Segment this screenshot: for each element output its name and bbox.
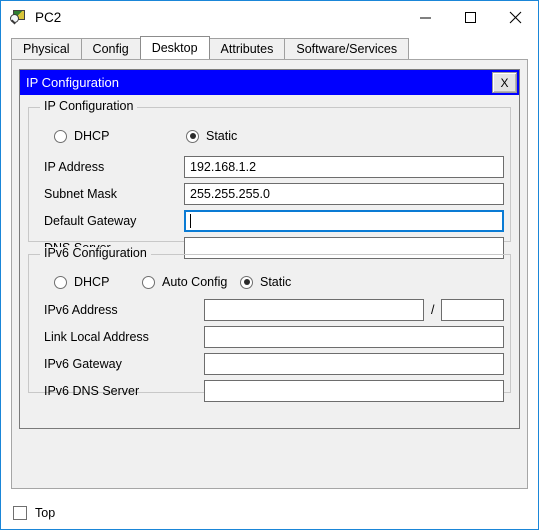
radio-ipv4-static[interactable]: Static	[186, 128, 238, 143]
ipv4-group-legend: IP Configuration	[40, 100, 138, 113]
field-row-ipv6-gateway: IPv6 Gateway	[29, 353, 510, 375]
radio-ipv4-dhcp[interactable]: DHCP	[54, 128, 110, 143]
tab-desktop[interactable]: Desktop	[139, 36, 210, 59]
top-checkbox-label: Top	[35, 505, 56, 520]
label-default-gateway: Default Gateway	[44, 213, 137, 228]
tab-label: Software/Services	[296, 41, 398, 56]
radio-circle-icon	[54, 129, 67, 143]
field-row-subnet-mask: Subnet Mask 255.255.255.0	[29, 183, 510, 205]
ipv4-configuration-group: IP Configuration DHCP Static IP Address …	[28, 100, 511, 259]
dialog-title: IP Configuration	[26, 75, 119, 90]
field-row-ipv6-address: IPv6 Address /	[29, 299, 510, 321]
radio-ipv6-static[interactable]: Static	[240, 274, 292, 289]
pc-magnifier-icon	[10, 9, 27, 26]
tabstrip: Physical Config Desktop Attributes Softw…	[11, 36, 538, 59]
radio-label: Static	[260, 274, 292, 289]
radio-label: Static	[206, 128, 238, 143]
input-link-local-address[interactable]	[204, 326, 504, 348]
label-ipv6-dns-server: IPv6 DNS Server	[44, 383, 140, 398]
radio-circle-icon	[54, 275, 67, 289]
tab-software-services[interactable]: Software/Services	[284, 38, 410, 59]
radio-ipv6-dhcp[interactable]: DHCP	[54, 274, 110, 289]
input-ip-address[interactable]: 192.168.1.2	[184, 156, 504, 178]
label-ip-address: IP Address	[44, 159, 105, 174]
tab-attributes[interactable]: Attributes	[208, 38, 286, 59]
radio-circle-icon	[142, 275, 155, 289]
tab-label: Desktop	[151, 40, 198, 55]
ip-configuration-dialog: IP Configuration X IP Configuration DHCP…	[19, 69, 520, 429]
tab-physical[interactable]: Physical	[11, 38, 82, 59]
field-row-link-local-address: Link Local Address	[29, 326, 510, 348]
text-caret	[190, 214, 191, 228]
input-default-gateway[interactable]	[184, 210, 504, 232]
radio-label: Auto Config	[162, 274, 228, 289]
close-icon[interactable]	[493, 1, 538, 34]
radio-circle-selected-icon	[186, 129, 199, 143]
radio-circle-selected-icon	[240, 275, 253, 289]
top-checkbox-row[interactable]: Top	[13, 506, 55, 520]
radio-label: DHCP	[74, 274, 110, 289]
ipv6-configuration-group: IPv6 Configuration DHCP Auto Config Stat…	[28, 247, 511, 402]
input-ipv6-gateway[interactable]	[204, 353, 504, 375]
tab-label: Physical	[23, 41, 70, 56]
input-ipv6-dns-server[interactable]	[204, 380, 504, 402]
tab-config[interactable]: Config	[80, 38, 141, 59]
ipv6-group-legend: IPv6 Configuration	[40, 247, 151, 260]
tab-label: Attributes	[220, 41, 274, 56]
ipv4-mode-radios: DHCP Static	[29, 126, 510, 146]
label-link-local-address: Link Local Address	[44, 329, 149, 344]
window-controls	[403, 1, 538, 34]
desktop-panel: IP Configuration X IP Configuration DHCP…	[11, 59, 528, 489]
label-subnet-mask: Subnet Mask	[44, 186, 117, 201]
radio-label: DHCP	[74, 128, 110, 143]
tab-label: Config	[92, 41, 129, 56]
pc-config-window: PC2 Physical Config Desktop Attributes S…	[0, 0, 539, 530]
radio-ipv6-auto-config[interactable]: Auto Config	[142, 274, 228, 289]
dialog-close-button[interactable]: X	[492, 72, 517, 93]
field-row-ip-address: IP Address 192.168.1.2	[29, 156, 510, 178]
input-ipv6-prefix-length[interactable]	[441, 299, 504, 321]
top-checkbox[interactable]	[13, 506, 27, 520]
ipv6-prefix-separator: /	[431, 303, 435, 317]
input-ipv6-address[interactable]	[204, 299, 424, 321]
window-titlebar: PC2	[1, 1, 538, 34]
dialog-titlebar: IP Configuration X	[20, 70, 519, 95]
field-row-ipv6-dns-server: IPv6 DNS Server	[29, 380, 510, 402]
window-title: PC2	[35, 9, 62, 25]
maximize-icon[interactable]	[448, 1, 493, 34]
label-ipv6-address: IPv6 Address	[44, 302, 118, 317]
field-row-default-gateway: Default Gateway	[29, 210, 510, 232]
label-ipv6-gateway: IPv6 Gateway	[44, 356, 122, 371]
input-subnet-mask[interactable]: 255.255.255.0	[184, 183, 504, 205]
ipv6-mode-radios: DHCP Auto Config Static	[29, 272, 510, 292]
minimize-icon[interactable]	[403, 1, 448, 34]
